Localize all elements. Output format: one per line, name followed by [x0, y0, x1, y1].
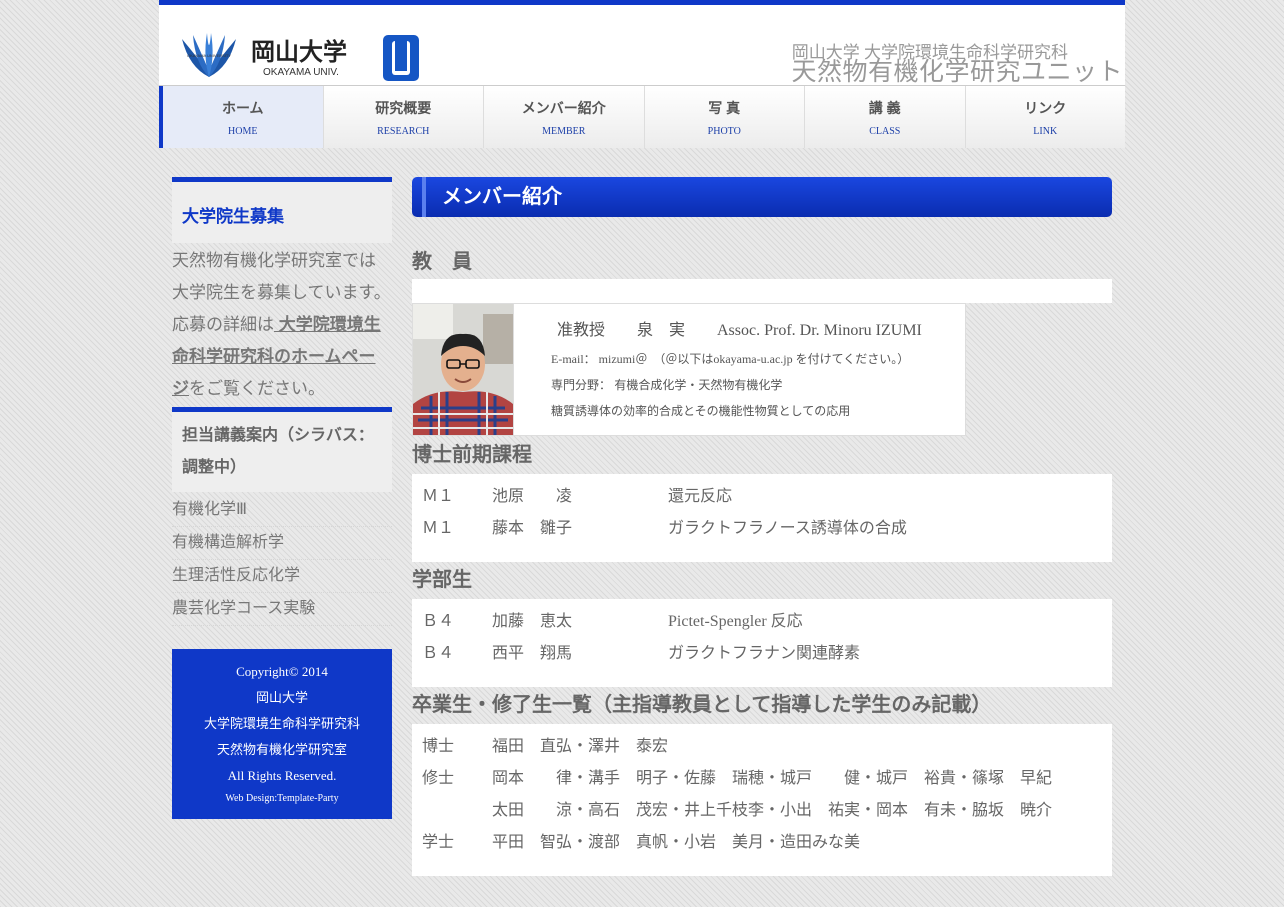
- nav-sublabel: HOME: [228, 126, 258, 137]
- site-header: OKAYAMA UNIVERSITY 岡山大学 OKAYAMA UNIV. 岡山…: [159, 0, 1125, 148]
- class-item[interactable]: 生理活性反応化学: [172, 560, 392, 593]
- degree: [412, 795, 492, 827]
- nav-sublabel: MEMBER: [542, 126, 586, 137]
- list-item: 修士 岡本 律・溝手 明子・佐藤 瑞穂・城戸 健・城戸 裕貴・篠塚 早紀: [412, 763, 1112, 795]
- nav-label: 研究概要: [375, 100, 432, 116]
- nav-link[interactable]: リンク LINK: [965, 86, 1125, 148]
- grade: Ｍ１: [422, 520, 455, 537]
- faculty-research: 糖質誘導体の効率的合成とその機能性物質としての応用: [551, 404, 851, 418]
- student-name: 池原 凌: [492, 488, 573, 505]
- okayama-university-logo[interactable]: OKAYAMA UNIVERSITY 岡山大学 OKAYAMA UNIV.: [179, 27, 424, 83]
- research-topic: Pictet-Spengler 反応: [668, 613, 803, 630]
- copyright-box: Copyright© 2014 岡山大学 大学院環境生命科学研究科 天然物有機化…: [172, 649, 392, 819]
- nav-research[interactable]: 研究概要 RESEARCH: [323, 86, 484, 148]
- main-content: メンバー紹介 教 員 准教授 泉 実 Assoc. Prof. Dr. Mino…: [412, 177, 1112, 876]
- undergrad-list: Ｂ４ 加藤 恵太 Pictet-Spengler 反応 Ｂ４ 西平 翔馬 ガラク…: [412, 599, 1112, 687]
- nav-home[interactable]: ホーム HOME: [159, 86, 324, 148]
- main-nav: ホーム HOME 研究概要 RESEARCH メンバー紹介 MEMBER 写 真…: [159, 85, 1125, 148]
- classes-list: 有機化学Ⅲ 有機構造解析学 生理活性反応化学 農芸化学コース実験: [172, 494, 392, 626]
- alumni-list: 博士 福田 直弘・澤井 泰宏 修士 岡本 律・溝手 明子・佐藤 瑞穂・城戸 健・…: [412, 724, 1112, 876]
- faculty-name: 准教授 泉 実 Assoc. Prof. Dr. Minoru IZUMI: [557, 322, 922, 339]
- research-topic: ガラクトフラノース誘導体の合成: [668, 520, 907, 537]
- faculty-info: 准教授 泉 実 Assoc. Prof. Dr. Minoru IZUMI E-…: [514, 304, 922, 435]
- copyright-line: Copyright© 2014: [236, 664, 328, 679]
- student-name: 西平 翔馬: [492, 645, 573, 662]
- copyright-line: 岡山大学: [255, 690, 308, 705]
- class-item[interactable]: 有機構造解析学: [172, 527, 392, 560]
- classes-heading: 担当講義案内（シラバス：調整中）: [172, 407, 392, 492]
- student-name: 藤本 雛子: [492, 520, 573, 537]
- faculty-heading: 教 員: [412, 251, 472, 273]
- design-credit-link[interactable]: Web Design:Template-Party: [172, 789, 392, 809]
- logo-japanese-text: 岡山大学: [251, 38, 347, 66]
- degree: 修士: [422, 770, 455, 787]
- copyright-line: 天然物有機化学研究室: [216, 742, 347, 757]
- faculty-photo: [413, 304, 514, 435]
- nav-label: リンク: [1024, 100, 1067, 116]
- alumni-heading: 卒業生・修了生一覧（主指導教員として指導した学生のみ記載）: [412, 694, 992, 716]
- page-title: メンバー紹介: [412, 177, 1112, 217]
- recruit-text: 天然物有機化学研究室では大学院生を募集しています。応募の詳細は 大学院環境生命科…: [172, 243, 392, 405]
- nav-sublabel: CLASS: [869, 126, 901, 137]
- nav-class[interactable]: 講 義 CLASS: [805, 86, 966, 148]
- faculty-field: 専門分野： 有機合成化学・天然物有機化学: [551, 378, 783, 392]
- masters-heading: 博士前期課程: [412, 444, 532, 466]
- grade: Ｂ４: [422, 613, 455, 630]
- masters-list: Ｍ１ 池原 凌 還元反応 Ｍ１ 藤本 雛子 ガラクトフラノース誘導体の合成: [412, 474, 1112, 562]
- copyright-line: All Rights Reserved.: [227, 768, 337, 783]
- nav-member[interactable]: メンバー紹介 MEMBER: [484, 86, 645, 148]
- nav-sublabel: LINK: [1033, 126, 1058, 137]
- nav-label: 講 義: [868, 100, 901, 116]
- list-item: Ｂ４ 西平 翔馬 ガラクトフラナン関連酵素: [412, 638, 1112, 670]
- degree: 学士: [422, 834, 455, 851]
- alumni-names: 平田 智弘・渡部 真帆・小岩 美月・造田みな美: [492, 834, 861, 851]
- sidebar: 大学院生募集 天然物有機化学研究室では大学院生を募集しています。応募の詳細は 大…: [172, 177, 392, 819]
- research-topic: ガラクトフラナン関連酵素: [668, 645, 861, 662]
- class-item[interactable]: 有機化学Ⅲ: [172, 494, 392, 527]
- grade: Ｍ１: [422, 488, 455, 505]
- logo-english-text: OKAYAMA UNIV.: [263, 67, 339, 78]
- nav-sublabel: PHOTO: [707, 126, 741, 137]
- nav-label: ホーム: [221, 100, 264, 116]
- site-title: 天然物有機化学研究ユニット: [791, 59, 1123, 86]
- nav-sublabel: RESEARCH: [377, 126, 430, 137]
- list-item: 学士 平田 智弘・渡部 真帆・小岩 美月・造田みな美: [412, 827, 1112, 859]
- u-mark-icon: [383, 35, 419, 81]
- undergrad-heading: 学部生: [412, 569, 472, 591]
- recruit-text-part: をご覧ください。: [189, 379, 325, 398]
- class-item[interactable]: 農芸化学コース実験: [172, 593, 392, 626]
- degree: 博士: [422, 738, 455, 755]
- alumni-names: 太田 涼・高石 茂宏・井上千枝李・小出 祐実・岡本 有未・脇坂 暁介: [492, 802, 1053, 819]
- wing-emblem-icon: OKAYAMA UNIVERSITY: [182, 33, 236, 77]
- list-item: Ｂ４ 加藤 恵太 Pictet-Spengler 反応: [412, 606, 1112, 638]
- faculty-email[interactable]: E-mail： mizumi＠ （＠以下はokayama-u.ac.jp を付け…: [551, 346, 922, 372]
- nav-label: 写 真: [708, 100, 741, 116]
- list-item: Ｍ１ 藤本 雛子 ガラクトフラノース誘導体の合成: [412, 513, 1112, 545]
- faculty-card: 准教授 泉 実 Assoc. Prof. Dr. Minoru IZUMI E-…: [412, 303, 966, 436]
- research-topic: 還元反応: [668, 488, 733, 505]
- alumni-names: 福田 直弘・澤井 泰宏: [492, 738, 669, 755]
- nav-photo[interactable]: 写 真 PHOTO: [644, 86, 805, 148]
- grade: Ｂ４: [422, 645, 455, 662]
- list-item: 博士 福田 直弘・澤井 泰宏: [412, 731, 1112, 763]
- list-item: 太田 涼・高石 茂宏・井上千枝李・小出 祐実・岡本 有未・脇坂 暁介: [412, 795, 1112, 827]
- alumni-names: 岡本 律・溝手 明子・佐藤 瑞穂・城戸 健・城戸 裕貴・篠塚 早紀: [492, 770, 1053, 787]
- faculty-spacer: [412, 279, 1112, 303]
- list-item: Ｍ１ 池原 凌 還元反応: [412, 481, 1112, 513]
- svg-text:OKAYAMA UNIVERSITY: OKAYAMA UNIVERSITY: [187, 53, 231, 58]
- recruit-heading: 大学院生募集: [172, 177, 392, 243]
- copyright-line: 大学院環境生命科学研究科: [203, 716, 360, 731]
- nav-label: メンバー紹介: [521, 100, 606, 116]
- student-name: 加藤 恵太: [492, 613, 573, 630]
